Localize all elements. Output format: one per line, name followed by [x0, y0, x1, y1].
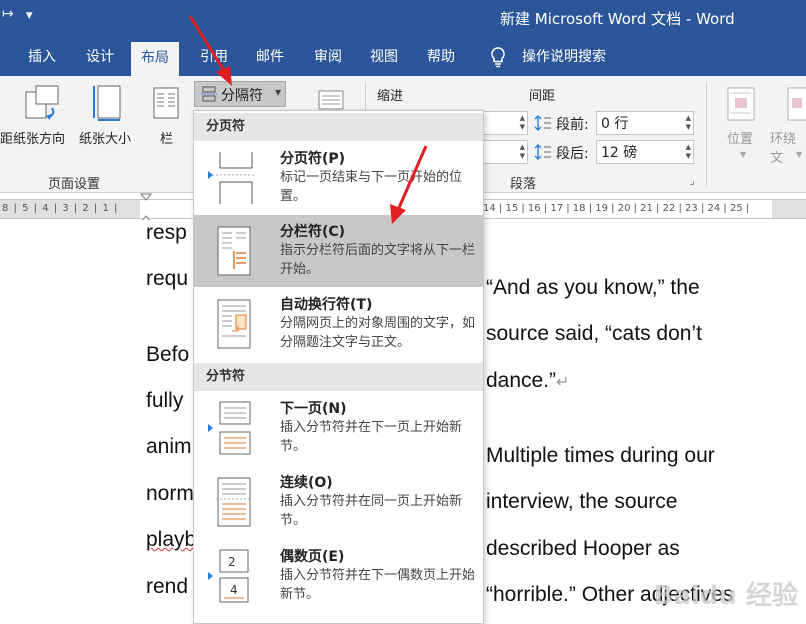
tab-insert[interactable]: 插入	[18, 44, 66, 76]
paragraph-group-label: 段落	[510, 177, 537, 192]
doc-line-left: norm	[146, 482, 194, 505]
spacing-before-input[interactable]: 0 行 ▲ ▼	[596, 111, 694, 135]
spacing-after-value: 12 磅	[601, 145, 638, 161]
doc-line-right: described Hooper as	[486, 537, 680, 560]
window-title: 新建 Microsoft Word 文档 - Word	[500, 10, 735, 28]
lightbulb-icon	[488, 46, 508, 72]
spin-arrows-icon[interactable]: ▲ ▼	[520, 143, 525, 161]
page-setup-group-label: 页面设置	[48, 177, 101, 192]
spacing-after-input[interactable]: 12 磅 ▲ ▼	[596, 140, 694, 164]
doc-line-left: rend	[146, 575, 189, 598]
tab-view[interactable]: 视图	[360, 44, 408, 76]
margins-label-partial[interactable]: 距	[0, 128, 13, 147]
doc-line-left: requ	[146, 267, 189, 290]
wrap-text-icon	[786, 86, 806, 126]
menu-item-text-wrapping-break[interactable]: 自动换行符(T) 分隔网页上的对象周围的文字，如分隔题注文字与正文。	[194, 288, 483, 360]
spin-arrows-icon[interactable]: ▲ ▼	[686, 114, 691, 132]
doc-line-right: interview, the source	[486, 490, 678, 513]
indent-label: 缩进	[377, 89, 404, 104]
spacing-before-icon	[534, 114, 552, 136]
svg-text:2: 2	[228, 555, 236, 569]
breaks-dropdown-menu: 分页符 分页符(P) 标记一页结束与下一页开始的位置。 分栏符(C) 指示分栏符…	[193, 110, 484, 624]
menu-item-desc: 标记一页结束与下一页开始的位置。	[280, 170, 463, 204]
indent-left-spinner[interactable]: ▲ ▼	[480, 111, 528, 135]
spin-arrows-icon[interactable]: ▲ ▼	[686, 143, 691, 161]
dialog-launcher-icon[interactable]: ⌟	[690, 176, 695, 187]
ribbon-divider	[706, 82, 707, 186]
column-break-icon	[208, 223, 260, 279]
ruler-margin-right	[772, 200, 806, 218]
continuous-icon	[208, 474, 260, 530]
chevron-down-icon: ▼	[275, 88, 282, 97]
doc-line-left: Befo	[146, 343, 190, 366]
position-icon	[726, 86, 756, 126]
menu-item-desc: 插入分节符并在下一页上开始新节。	[280, 420, 463, 454]
menu-item-desc: 插入分节符并在下一偶数页上开始新节。	[280, 568, 476, 602]
doc-line-left: playb	[146, 528, 197, 551]
annotation-arrow-icon	[390, 145, 428, 224]
menu-item-even-page[interactable]: 24 偶数页(E) 插入分节符并在下一偶数页上开始新节。	[194, 540, 483, 612]
menu-item-title: 下一页(N)	[280, 401, 347, 417]
columns-button[interactable]: 栏	[160, 128, 173, 147]
paper-size-button[interactable]: 纸张大小	[79, 128, 131, 147]
svg-text:4: 4	[230, 583, 238, 597]
even-page-icon: 24	[208, 548, 260, 604]
spacing-before-value: 0 行	[601, 116, 629, 132]
tab-review[interactable]: 审阅	[304, 44, 352, 76]
tab-design[interactable]: 设计	[76, 44, 124, 76]
back-arrow-icon[interactable]: ↦	[2, 6, 14, 22]
doc-line-left: anim	[146, 435, 192, 458]
doc-line-text: dance.”	[486, 369, 557, 392]
page-break-icon	[208, 150, 260, 206]
doc-line-left: resp	[146, 221, 187, 244]
tab-layout[interactable]: 布局	[131, 42, 179, 76]
indent-right-spinner[interactable]: ▲ ▼	[480, 140, 528, 164]
baidu-watermark: Baidu 经验	[653, 581, 798, 611]
wrap-text-button[interactable]: 环绕文	[770, 128, 806, 166]
next-page-icon	[208, 400, 260, 456]
after-label: 段后:	[556, 146, 589, 162]
annotation-arrow-icon	[188, 15, 232, 86]
ruler-ticks-right: 14 | 15 | 16 | 17 | 18 | 19 | 20 | 21 | …	[483, 203, 750, 214]
doc-line-left: fully	[146, 389, 184, 412]
tab-help[interactable]: 帮助	[417, 44, 465, 76]
before-label: 段前:	[556, 117, 589, 133]
position-button[interactable]: 位置	[727, 128, 753, 147]
spacing-label: 间距	[529, 89, 556, 104]
chevron-down-icon: ▼	[796, 150, 803, 159]
page-breaks-header: 分页符	[194, 113, 483, 141]
ruler-ticks-left: 8 | 5 | 4 | 3 | 2 | 1 |	[2, 203, 119, 214]
menu-item-next-page[interactable]: 下一页(N) 插入分节符并在下一页上开始新节。	[194, 392, 483, 464]
columns-icon	[152, 86, 180, 124]
menu-item-title: 连续(O)	[280, 475, 333, 491]
doc-line-right: “And as you know,” the	[486, 276, 700, 299]
menu-item-title: 偶数页(E)	[280, 549, 345, 565]
doc-line-right: source said, “cats don’t	[486, 322, 702, 345]
orientation-button[interactable]: 纸张方向	[13, 128, 65, 147]
doc-line-right: Multiple times during our	[486, 444, 715, 467]
menu-item-desc: 插入分节符并在同一页上开始新节。	[280, 494, 463, 528]
menu-item-title: 分栏符(C)	[280, 224, 346, 240]
spacing-after-icon	[534, 143, 552, 165]
menu-item-desc: 分隔网页上的对象周围的文字，如分隔题注文字与正文。	[280, 316, 476, 350]
orientation-icon	[22, 82, 62, 126]
spin-arrows-icon[interactable]: ▲ ▼	[520, 114, 525, 132]
title-bar: ↦ ▾ 新建 Microsoft Word 文档 - Word	[0, 0, 806, 34]
doc-line-right: dance.”↵	[486, 369, 569, 393]
qat-customize-icon[interactable]: ▾	[26, 8, 33, 23]
text-wrapping-break-icon	[208, 296, 260, 352]
tell-me-search[interactable]: 操作说明搜索	[512, 44, 616, 76]
menu-item-desc: 指示分栏符后面的文字将从下一栏开始。	[280, 243, 476, 277]
menu-item-title: 分页符(P)	[280, 151, 346, 167]
chevron-down-icon: ▼	[740, 150, 747, 159]
section-breaks-header: 分节符	[194, 363, 483, 391]
tab-mailings[interactable]: 邮件	[246, 44, 294, 76]
menu-item-title: 自动换行符(T)	[280, 297, 373, 313]
paragraph-mark: ↵	[556, 374, 570, 391]
ribbon-tab-bar: 插入 设计 布局 引用 邮件 审阅 视图 帮助 操作说明搜索	[0, 34, 806, 76]
menu-item-continuous[interactable]: 连续(O) 插入分节符并在同一页上开始新节。	[194, 466, 483, 538]
paper-size-icon	[90, 82, 126, 126]
